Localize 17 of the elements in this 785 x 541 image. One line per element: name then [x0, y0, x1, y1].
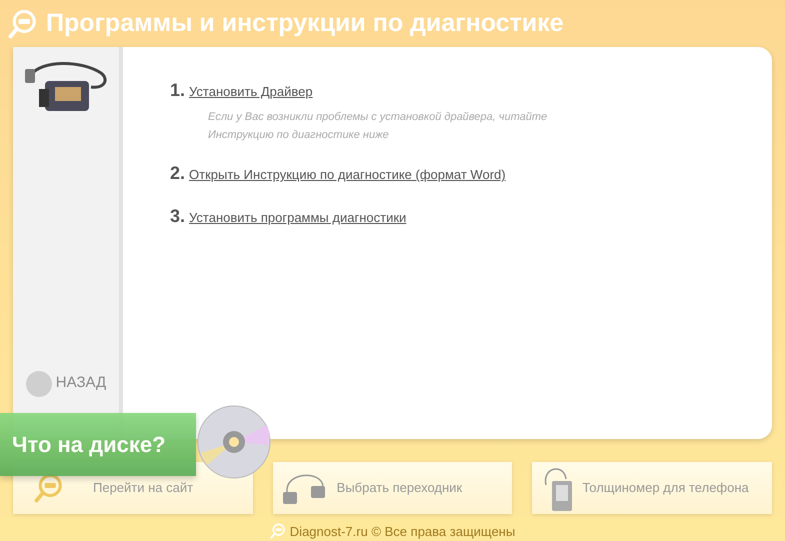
disc-banner[interactable]: Что на диске?: [0, 413, 196, 476]
step-link[interactable]: Открыть Инструкцию по диагностике (формат Word): [189, 165, 506, 184]
step-number: 3.: [170, 205, 186, 228]
page-title: Программы и инструкции по диагностике: [46, 8, 564, 39]
step-note: Если у Вас возникли проблемы с установкой драйвера, читайте Инструкцию по диагностике ниже: [208, 110, 548, 143]
nav-button[interactable]: Выбрать переходник: [272, 462, 512, 514]
disc-icon: [197, 405, 271, 479]
logo-icon: [8, 8, 38, 38]
back-button[interactable]: НАЗАД: [26, 370, 106, 396]
banner-label: Что на диске?: [12, 431, 166, 459]
step-number: 2.: [170, 162, 186, 185]
step-link[interactable]: Установить программы диагностики: [189, 208, 406, 228]
footer-text: Diagnost-7.ru © Все права защищены: [290, 522, 516, 541]
nav-button[interactable]: Толщиномер для телефона: [532, 462, 772, 514]
logo-icon: [270, 523, 286, 540]
step-number: 1.: [170, 79, 186, 102]
step-link[interactable]: Установить Драйвер: [189, 82, 313, 102]
